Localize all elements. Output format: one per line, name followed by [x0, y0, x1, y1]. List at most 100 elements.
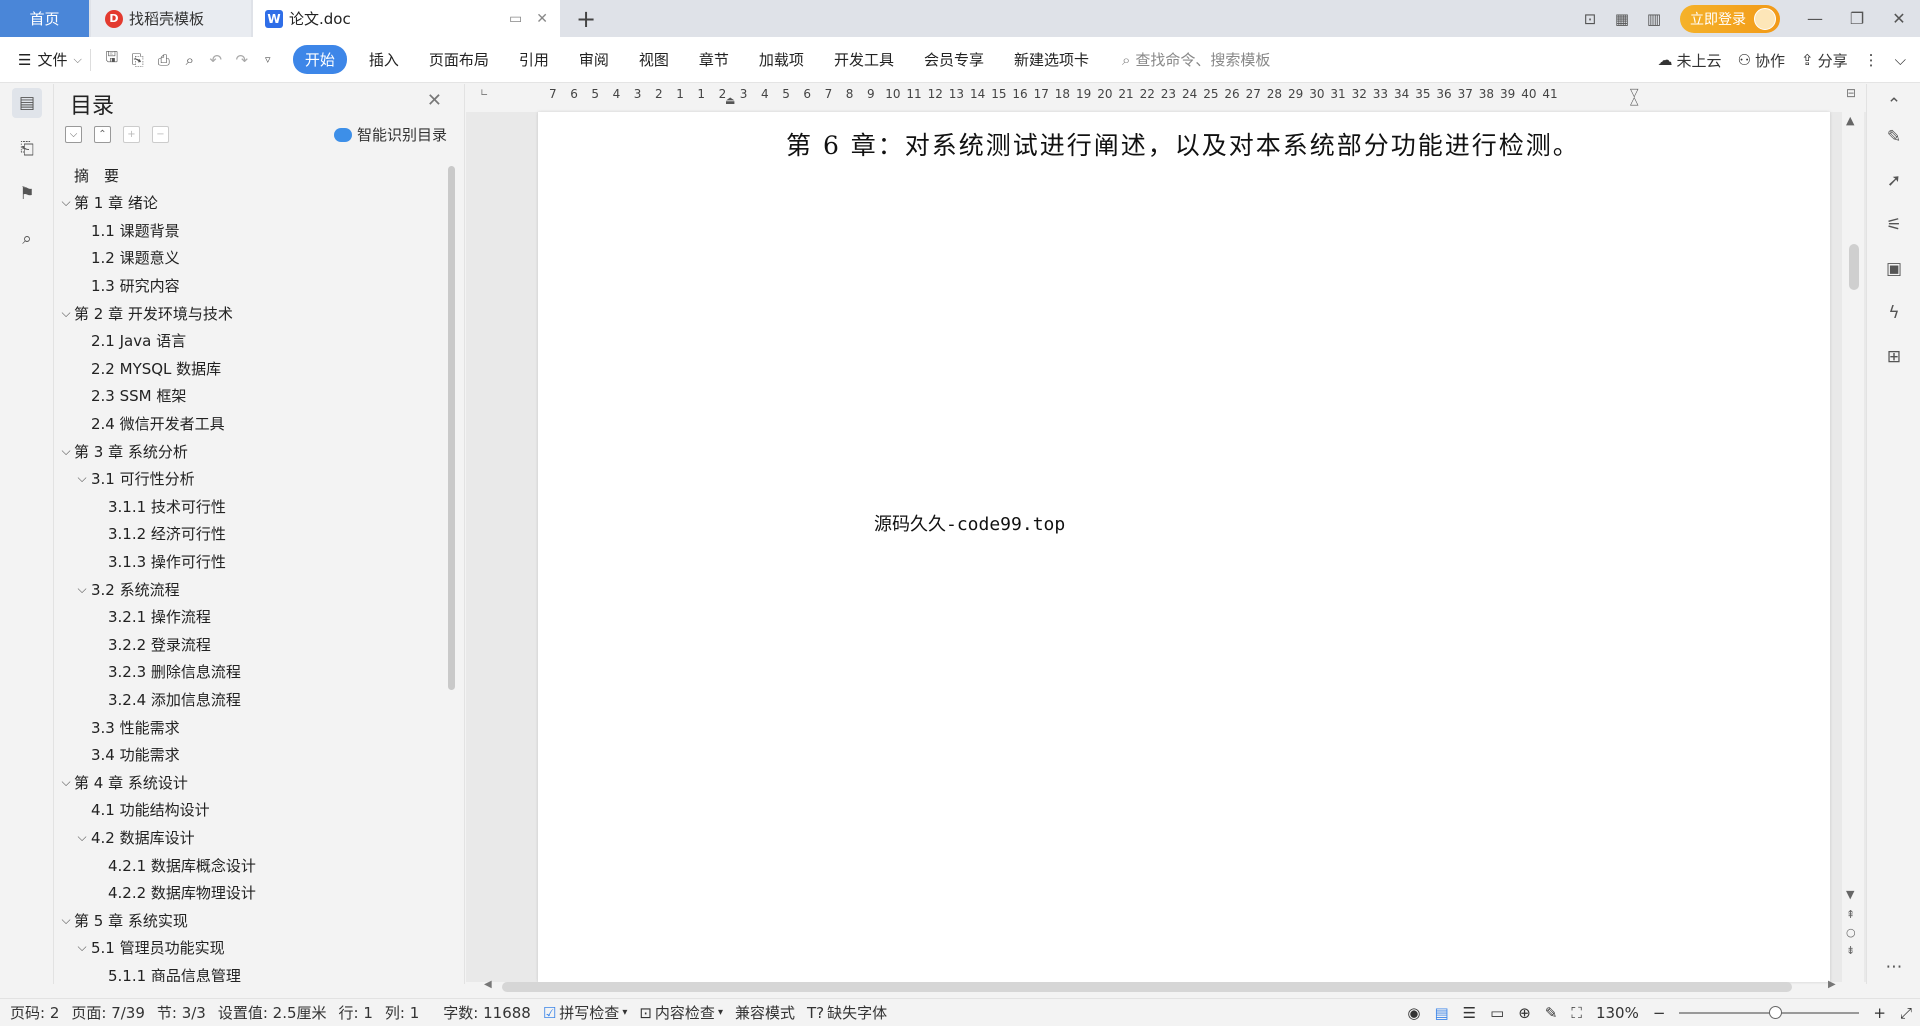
- chevron-down-icon[interactable]: ⌵: [59, 306, 73, 321]
- toc-item[interactable]: 3.3 性能需求: [55, 714, 445, 740]
- horizontal-scrollbar-thumb[interactable]: [502, 982, 1792, 992]
- toc-item[interactable]: ⌵ 5.1 管理员功能实现: [55, 935, 445, 961]
- more-tools-icon[interactable]: ⋯: [1881, 954, 1907, 980]
- add-heading-icon[interactable]: +: [123, 126, 140, 143]
- tab-new-tab[interactable]: 新建选项卡: [1014, 49, 1089, 70]
- toc-item[interactable]: ⌵ 第 4 章 系统设计: [55, 769, 445, 795]
- scroll-up-icon[interactable]: ▲: [1846, 114, 1854, 127]
- toc-item[interactable]: 5.1.1 商品信息管理: [55, 962, 445, 982]
- toc-item[interactable]: 3.1.3 操作可行性: [55, 548, 445, 574]
- chevron-down-icon[interactable]: ⌵: [59, 913, 73, 928]
- tab-document[interactable]: W 论文.doc ▭ ✕: [253, 0, 560, 37]
- zoom-slider[interactable]: [1679, 1006, 1860, 1019]
- status-page[interactable]: 页面: 7/39: [71, 1002, 145, 1023]
- toc-item[interactable]: 3.1.2 经济可行性: [55, 521, 445, 547]
- toc-item[interactable]: ⌵ 3.1 可行性分析: [55, 466, 445, 492]
- print-icon[interactable]: ⎙: [153, 49, 175, 71]
- quick-action-icon[interactable]: ϟ: [1881, 300, 1907, 326]
- reading-view-icon[interactable]: ▭: [1490, 1004, 1504, 1022]
- chevron-down-icon[interactable]: ⌵: [59, 444, 73, 459]
- toc-item[interactable]: 4.2.1 数据库概念设计: [55, 852, 445, 878]
- remove-heading-icon[interactable]: −: [152, 126, 169, 143]
- toc-panel-icon[interactable]: ▤: [12, 88, 42, 118]
- expand-all-icon[interactable]: ⌵: [65, 126, 82, 143]
- scrollbar-thumb[interactable]: [1849, 244, 1859, 290]
- login-button[interactable]: 立即登录: [1680, 4, 1780, 33]
- next-page-icon[interactable]: ⇟: [1846, 944, 1855, 957]
- toc-item[interactable]: ⌵ 第 3 章 系统分析: [55, 438, 445, 464]
- more-options-icon[interactable]: ⋮: [1864, 51, 1879, 69]
- collapse-all-icon[interactable]: ⌃: [94, 126, 111, 143]
- zoom-out-button[interactable]: −: [1653, 1004, 1666, 1022]
- toc-item[interactable]: 1.2 课题意义: [55, 245, 445, 271]
- toc-item[interactable]: ⌵ 第 1 章 绪论: [55, 190, 445, 216]
- tab-section[interactable]: 章节: [699, 49, 729, 70]
- toc-item[interactable]: 1.3 研究内容: [55, 272, 445, 298]
- chevron-down-icon[interactable]: ⌵: [59, 775, 73, 790]
- previous-page-icon[interactable]: ⇞: [1846, 908, 1855, 921]
- export-pdf-icon[interactable]: ⎘: [127, 49, 149, 71]
- search-icon[interactable]: ⌕: [12, 224, 42, 254]
- file-menu-button[interactable]: ☰ 文件 ⌵: [18, 49, 82, 70]
- eye-protection-icon[interactable]: ◉: [1407, 1004, 1420, 1022]
- ruler-toggle-icon[interactable]: ⊟: [1846, 86, 1856, 100]
- bookmark-icon[interactable]: ⚑: [12, 179, 42, 209]
- toc-item[interactable]: 1.1 课题背景: [55, 217, 445, 243]
- toc-item[interactable]: 摘 要: [55, 162, 445, 188]
- right-indent-marker-icon[interactable]: △: [1630, 94, 1638, 107]
- close-tab-icon[interactable]: ✕: [536, 11, 548, 27]
- apps-grid-icon[interactable]: ▦: [1609, 8, 1635, 30]
- left-indent-marker-icon[interactable]: ⏏: [725, 94, 735, 107]
- image-tools-icon[interactable]: ▣: [1881, 256, 1907, 282]
- properties-sliders-icon[interactable]: ⚟: [1881, 212, 1907, 238]
- fit-page-icon[interactable]: ⛶: [1571, 1004, 1582, 1022]
- toc-item[interactable]: 2.2 MYSQL 数据库: [55, 355, 445, 381]
- restore-icon[interactable]: ❐: [1836, 0, 1878, 37]
- collaborate-button[interactable]: ⚇ 协作: [1738, 50, 1785, 71]
- minimize-icon[interactable]: —: [1794, 0, 1836, 37]
- pen-edit-icon[interactable]: ✎: [1881, 124, 1907, 150]
- page-view-icon[interactable]: ▤: [1434, 1004, 1448, 1022]
- toc-scrollbar[interactable]: [448, 166, 455, 690]
- scroll-down-icon[interactable]: ▼: [1846, 888, 1854, 901]
- toc-item[interactable]: 3.1.1 技术可行性: [55, 493, 445, 519]
- toc-item[interactable]: 2.1 Java 语言: [55, 328, 445, 354]
- chevron-down-icon[interactable]: ⌵: [59, 195, 73, 210]
- smart-toc-button[interactable]: 智能识别目录: [333, 124, 447, 145]
- tab-stop-icon[interactable]: ∟: [480, 88, 488, 99]
- web-view-icon[interactable]: ⊕: [1518, 1004, 1531, 1022]
- tab-member[interactable]: 会员专享: [924, 49, 984, 70]
- toc-item[interactable]: 3.2.1 操作流程: [55, 604, 445, 630]
- spell-check-button[interactable]: ☑ 拼写检查 ▾: [543, 1002, 628, 1023]
- document-canvas[interactable]: 第 6 章：对系统测试进行阐述，以及对本系统部分功能进行检测。 源码久久-cod…: [466, 112, 1870, 982]
- zoom-in-button[interactable]: +: [1873, 1004, 1886, 1022]
- status-row[interactable]: 行: 1: [339, 1002, 373, 1023]
- reading-mode-icon[interactable]: ⊡: [1577, 8, 1603, 30]
- document-vertical-scrollbar[interactable]: ▲ ▼ ⇞ ○ ⇟: [1842, 112, 1864, 982]
- tab-addins[interactable]: 加载项: [759, 49, 804, 70]
- status-page-code[interactable]: 页码: 2: [10, 1002, 59, 1023]
- chevron-down-icon[interactable]: ⌵: [75, 830, 89, 845]
- close-window-icon[interactable]: ✕: [1878, 0, 1920, 37]
- toc-item[interactable]: 2.4 微信开发者工具: [55, 410, 445, 436]
- read-book-icon[interactable]: ⊞: [1881, 344, 1907, 370]
- undo-icon[interactable]: ↶: [205, 49, 227, 71]
- tab-docer-templates[interactable]: D 找稻壳模板: [91, 0, 251, 37]
- browse-object-icon[interactable]: ○: [1846, 926, 1856, 939]
- collapse-pane-icon[interactable]: ⌃: [1881, 92, 1907, 118]
- toc-item[interactable]: 4.1 功能结构设计: [55, 797, 445, 823]
- customize-quick-access-icon[interactable]: ▿: [257, 49, 279, 71]
- chevron-down-icon[interactable]: ⌵: [75, 582, 89, 597]
- scroll-right-icon[interactable]: ▶: [1828, 979, 1836, 990]
- share-button[interactable]: ⇪ 分享: [1801, 50, 1848, 71]
- missing-font-button[interactable]: T? 缺失字体: [807, 1002, 887, 1023]
- toc-item[interactable]: ⌵ 3.2 系统流程: [55, 576, 445, 602]
- cloud-status-button[interactable]: ☁ 未上云: [1658, 50, 1722, 71]
- zoom-level[interactable]: 130%: [1596, 1004, 1639, 1022]
- status-word-count[interactable]: 字数: 11688: [443, 1002, 531, 1023]
- new-tab-button[interactable]: +: [574, 0, 598, 37]
- tab-references[interactable]: 引用: [519, 49, 549, 70]
- outline-view-icon[interactable]: ☰: [1463, 1004, 1476, 1022]
- chevron-down-icon[interactable]: ⌵: [75, 940, 89, 955]
- status-setting-value[interactable]: 设置值: 2.5厘米: [218, 1002, 327, 1023]
